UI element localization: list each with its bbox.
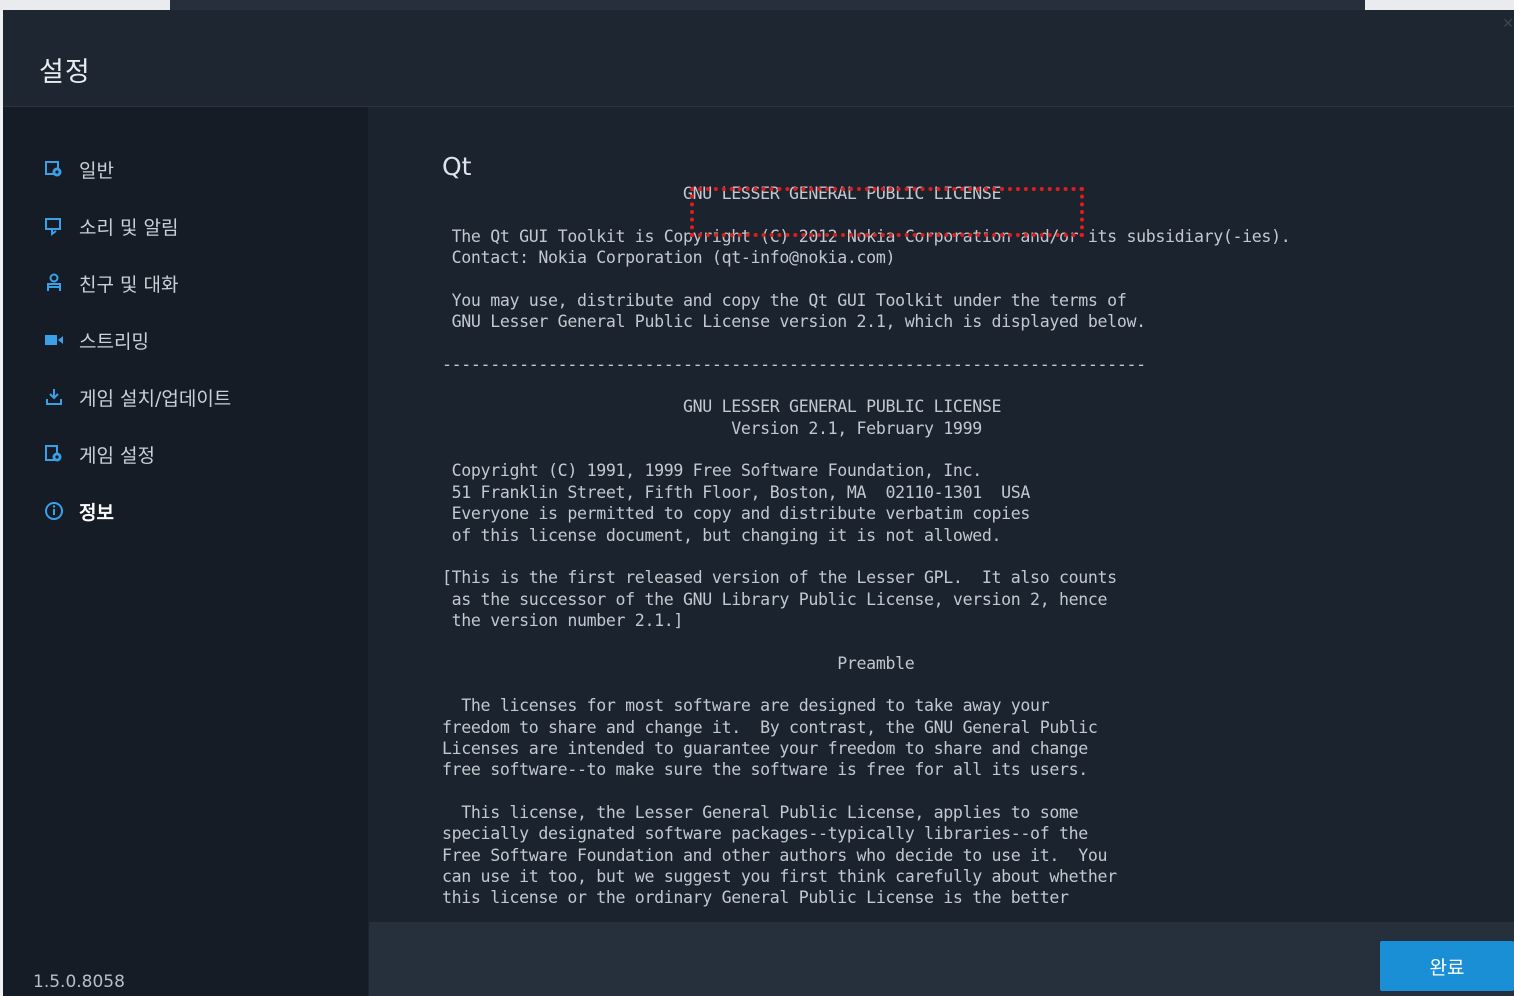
sidebar-item-game-install-update[interactable]: 게임 설치/업데이트 (43, 382, 231, 412)
sidebar-item-label: 친구 및 대화 (79, 273, 179, 296)
dialog-title: 설정 (39, 57, 91, 88)
sidebar-item-label: 정보 (79, 501, 114, 524)
close-icon[interactable]: ✕ (1502, 16, 1514, 32)
sidebar-item-friends-chat[interactable]: 친구 및 대화 (43, 268, 178, 298)
info-icon (43, 500, 65, 522)
sidebar-item-label: 일반 (79, 159, 114, 182)
sidebar-item-label: 게임 설치/업데이트 (79, 387, 232, 410)
license-content-panel[interactable]: Qt GNU LESSER GENERAL PUBLIC LICENSE The… (369, 107, 1514, 922)
sidebar-item-game-settings[interactable]: 게임 설정 (43, 439, 155, 469)
sidebar-item-info[interactable]: 정보 (43, 496, 114, 526)
friends-icon (43, 272, 65, 294)
sidebar: 일반 소리 및 알림 친구 및 대화 스트리밍 게임 설치/업데이트 게임 설정… (3, 107, 368, 996)
sidebar-item-label: 소리 및 알림 (79, 216, 179, 239)
dialog-footer: 완료 (369, 922, 1514, 996)
game-settings-icon (43, 443, 65, 465)
license-text: GNU LESSER GENERAL PUBLIC LICENSE The Qt… (442, 184, 1291, 908)
sidebar-item-label: 스트리밍 (79, 330, 149, 353)
download-icon (43, 386, 65, 408)
settings-dialog: 설정 ✕ 일반 소리 및 알림 친구 및 대화 스트리밍 게임 설치/업데이트 … (3, 10, 1514, 996)
camera-icon (43, 329, 65, 351)
done-button[interactable]: 완료 (1380, 941, 1514, 991)
background-window-strip (0, 0, 1514, 16)
sidebar-item-label: 게임 설정 (79, 444, 155, 467)
settings-window-icon (43, 158, 65, 180)
app-version: 1.5.0.8058 (33, 972, 125, 992)
section-title: Qt (442, 152, 472, 181)
sidebar-item-streaming[interactable]: 스트리밍 (43, 325, 149, 355)
sidebar-item-sound-notifications[interactable]: 소리 및 알림 (43, 211, 178, 241)
sidebar-item-general[interactable]: 일반 (43, 154, 114, 184)
title-bar: 설정 ✕ (3, 10, 1514, 107)
speaker-bell-icon (43, 215, 65, 237)
